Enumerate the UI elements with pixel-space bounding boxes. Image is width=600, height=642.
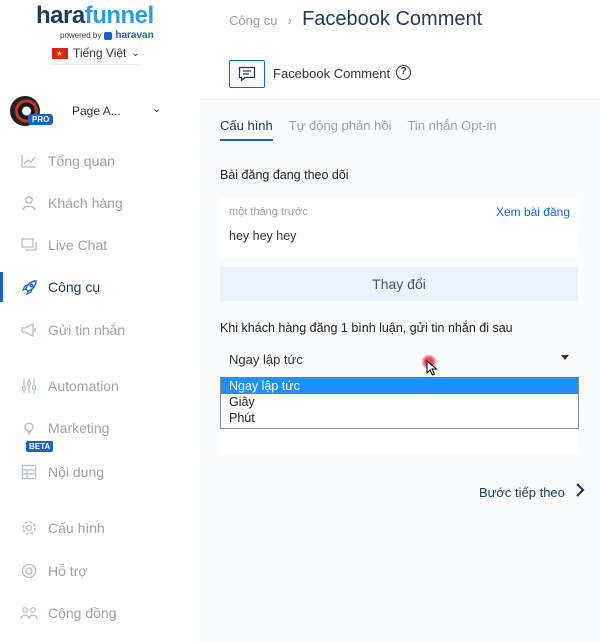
mouse-cursor-icon [426,359,438,381]
beta-badge: BETA [26,441,54,452]
sidebar-item-automation[interactable]: Automation [0,371,190,401]
sidebar-item-label: Khách hàng [48,195,123,211]
sidebar: harafunnel powered by haravan Tiếng Việt… [0,0,190,642]
page-title: Facebook Comment [302,8,483,30]
sidebar-item-khach-hang[interactable]: Khách hàng [0,188,190,218]
breadcrumb-parent[interactable]: Công cụ [229,13,277,28]
tracked-post-heading: Bài đăng đang theo dõi [220,168,349,182]
breadcrumb-separator: › [287,12,293,28]
post-time: một tháng trước [229,206,308,218]
language-selector[interactable]: Tiếng Việt ⌄ [52,46,140,65]
delay-option[interactable]: Giây [221,394,578,410]
sidebar-item-cau-hinh[interactable]: Cấu hình [0,513,190,543]
language-label: Tiếng Việt [73,46,127,60]
brand-name-part: hara [36,2,85,29]
delay-heading: Khi khách hàng đăng 1 bình luận, gửi tin… [220,321,513,335]
brand-name-part: funnel [84,2,155,29]
chart-line-icon [20,152,38,170]
delay-dropdown-list: Ngay lập tức Giây Phút [220,377,579,429]
dropdown-backdrop [220,429,578,455]
sidebar-item-label: Tổng quan [48,153,115,169]
chevron-down-icon: ⌄ [152,103,162,115]
sidebar-item-ho-tro[interactable]: Hỗ trợ [0,556,190,586]
sidebar-item-cong-dong[interactable]: Cộng đồng [0,598,190,628]
sidebar-item-label: Công cụ [48,279,101,295]
post-text: hey hey hey [229,229,297,243]
delay-option[interactable]: Ngay lập tức [221,378,578,394]
delay-select-value: Ngay lập tức [229,352,303,367]
partner-name: haravan [115,30,154,41]
next-step-button[interactable]: Bước tiếp theo [479,482,585,503]
sidebar-item-label: Cộng đồng [48,605,117,621]
tracked-post-card: một tháng trước Xem bài đăng hey hey hey [220,198,578,258]
breadcrumb: Công cụ › Facebook Comment [229,8,482,31]
sidebar-item-label: Cấu hình [48,520,105,536]
delay-select[interactable]: Ngay lập tức [220,346,578,372]
change-button[interactable]: Thay đổi [220,267,578,301]
sidebar-item-label: Marketing [48,420,110,436]
vietnam-flag-icon [52,47,68,59]
rocket-icon [20,278,38,296]
tab-bar: Cấu hình Tự động phản hồi Tin nhắn Opt-i… [220,118,513,141]
sidebar-item-label: Automation [48,378,119,394]
tab-tin-nhan-opt-in[interactable]: Tin nhắn Opt-in [407,118,496,141]
haravan-icon [104,31,113,40]
sidebar-item-cong-cu[interactable]: Công cụ [0,272,190,302]
user-icon [20,194,38,212]
tool-title: Facebook Comment [273,66,391,81]
sidebar-item-label: Nội dung [48,464,105,480]
sidebar-item-label: Live Chat [48,237,108,253]
delay-option[interactable]: Phút [221,410,578,426]
sidebar-item-tong-quan[interactable]: Tổng quan [0,146,190,176]
lifebuoy-icon [20,562,38,580]
sidebar-item-marketing[interactable]: Marketing [0,413,190,443]
config-panel: Cấu hình Tự động phản hồi Tin nhắn Opt-i… [200,100,600,642]
comment-icon [229,60,265,88]
tab-tu-dong-phan-hoi[interactable]: Tự động phản hồi [289,118,392,141]
sliders-icon [20,377,38,395]
page-name: Page A... [72,104,121,118]
users-icon [20,604,38,622]
sidebar-item-noi-dung[interactable]: Nội dung [0,457,190,487]
chat-bubble-icon [20,236,38,254]
sidebar-item-live-chat[interactable]: Live Chat [0,230,190,260]
chevron-down-icon: ⌄ [131,47,140,59]
content-icon [20,463,38,481]
sidebar-item-label: Hỗ trợ [48,563,88,579]
powered-by-text: powered by [60,31,102,40]
gear-icon [20,519,38,537]
tab-cau-hinh[interactable]: Cấu hình [220,118,273,141]
help-icon[interactable]: ? [396,65,411,80]
sidebar-item-gui-tin-nhan[interactable]: Gửi tin nhắn [0,315,190,345]
caret-down-icon [561,355,569,360]
lightbulb-icon [20,419,38,437]
tool-header: Facebook Comment ? [200,40,600,100]
main-content: Công cụ › Facebook Comment Facebook Comm… [200,0,600,642]
page-selector[interactable]: PRO Page A... ⌄ [10,96,170,126]
chevron-right-icon [575,482,585,503]
pro-badge: PRO [28,114,54,125]
view-post-link[interactable]: Xem bài đăng [496,205,570,219]
next-step-label: Bước tiếp theo [479,485,565,500]
megaphone-icon [20,321,38,339]
sidebar-item-label: Gửi tin nhắn [48,322,126,338]
brand-logo[interactable]: harafunnel powered by haravan [36,2,155,42]
